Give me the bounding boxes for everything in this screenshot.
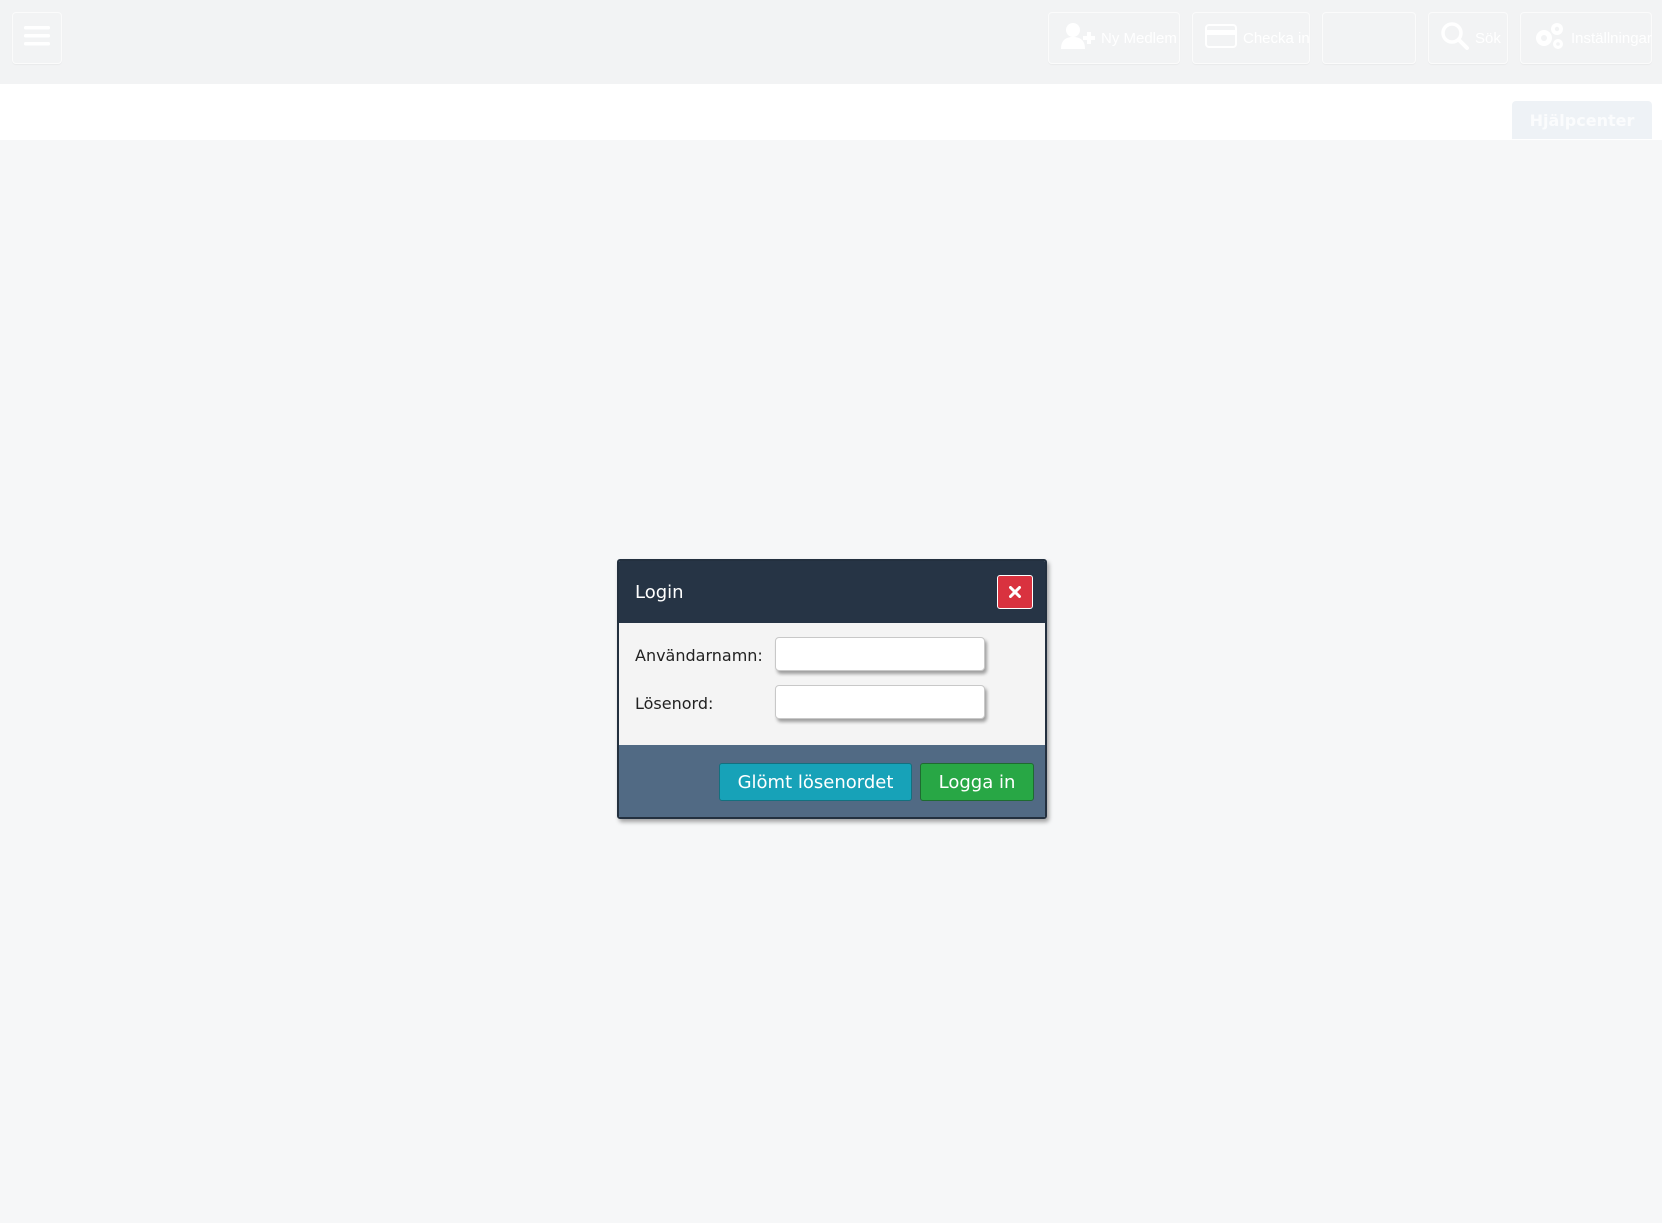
- login-dialog: Login Användarnamn: Lösenord: Glömt löse…: [617, 559, 1047, 819]
- search-button[interactable]: Sök: [1428, 12, 1508, 64]
- close-button[interactable]: [997, 575, 1033, 609]
- search-label: Sök: [1475, 29, 1501, 47]
- check-in-label: Checka in: [1243, 29, 1310, 47]
- dialog-body: Användarnamn: Lösenord:: [619, 623, 1045, 745]
- top-navbar: Ny Medlem Checka in Sök Inställningar: [0, 0, 1662, 84]
- gears-icon: [1533, 22, 1565, 54]
- new-member-label: Ny Medlem: [1101, 29, 1177, 47]
- search-icon: [1441, 22, 1469, 54]
- credit-card-icon: [1205, 23, 1237, 53]
- username-input[interactable]: [775, 637, 985, 671]
- settings-label: Inställningar: [1571, 29, 1652, 47]
- new-member-button[interactable]: Ny Medlem: [1048, 12, 1180, 64]
- dialog-footer: Glömt lösenordet Logga in: [619, 745, 1045, 817]
- dialog-title: Login: [635, 582, 684, 603]
- menu-button[interactable]: [12, 12, 62, 64]
- add-user-icon: [1061, 22, 1095, 54]
- login-button[interactable]: Logga in: [920, 763, 1034, 801]
- password-label: Lösenord:: [635, 694, 714, 713]
- password-input[interactable]: [775, 685, 985, 719]
- settings-button[interactable]: Inställningar: [1520, 12, 1652, 64]
- check-in-button[interactable]: Checka in: [1192, 12, 1310, 64]
- forgot-password-button[interactable]: Glömt lösenordet: [719, 763, 912, 801]
- hamburger-menu-icon: [24, 25, 50, 51]
- help-center-button[interactable]: Hjälpcenter: [1512, 101, 1652, 139]
- username-label: Användarnamn:: [635, 646, 763, 665]
- sub-navbar: [0, 84, 1662, 140]
- empty-nav-button[interactable]: [1322, 12, 1416, 64]
- close-icon: [1009, 583, 1021, 602]
- dialog-header: Login: [619, 561, 1045, 623]
